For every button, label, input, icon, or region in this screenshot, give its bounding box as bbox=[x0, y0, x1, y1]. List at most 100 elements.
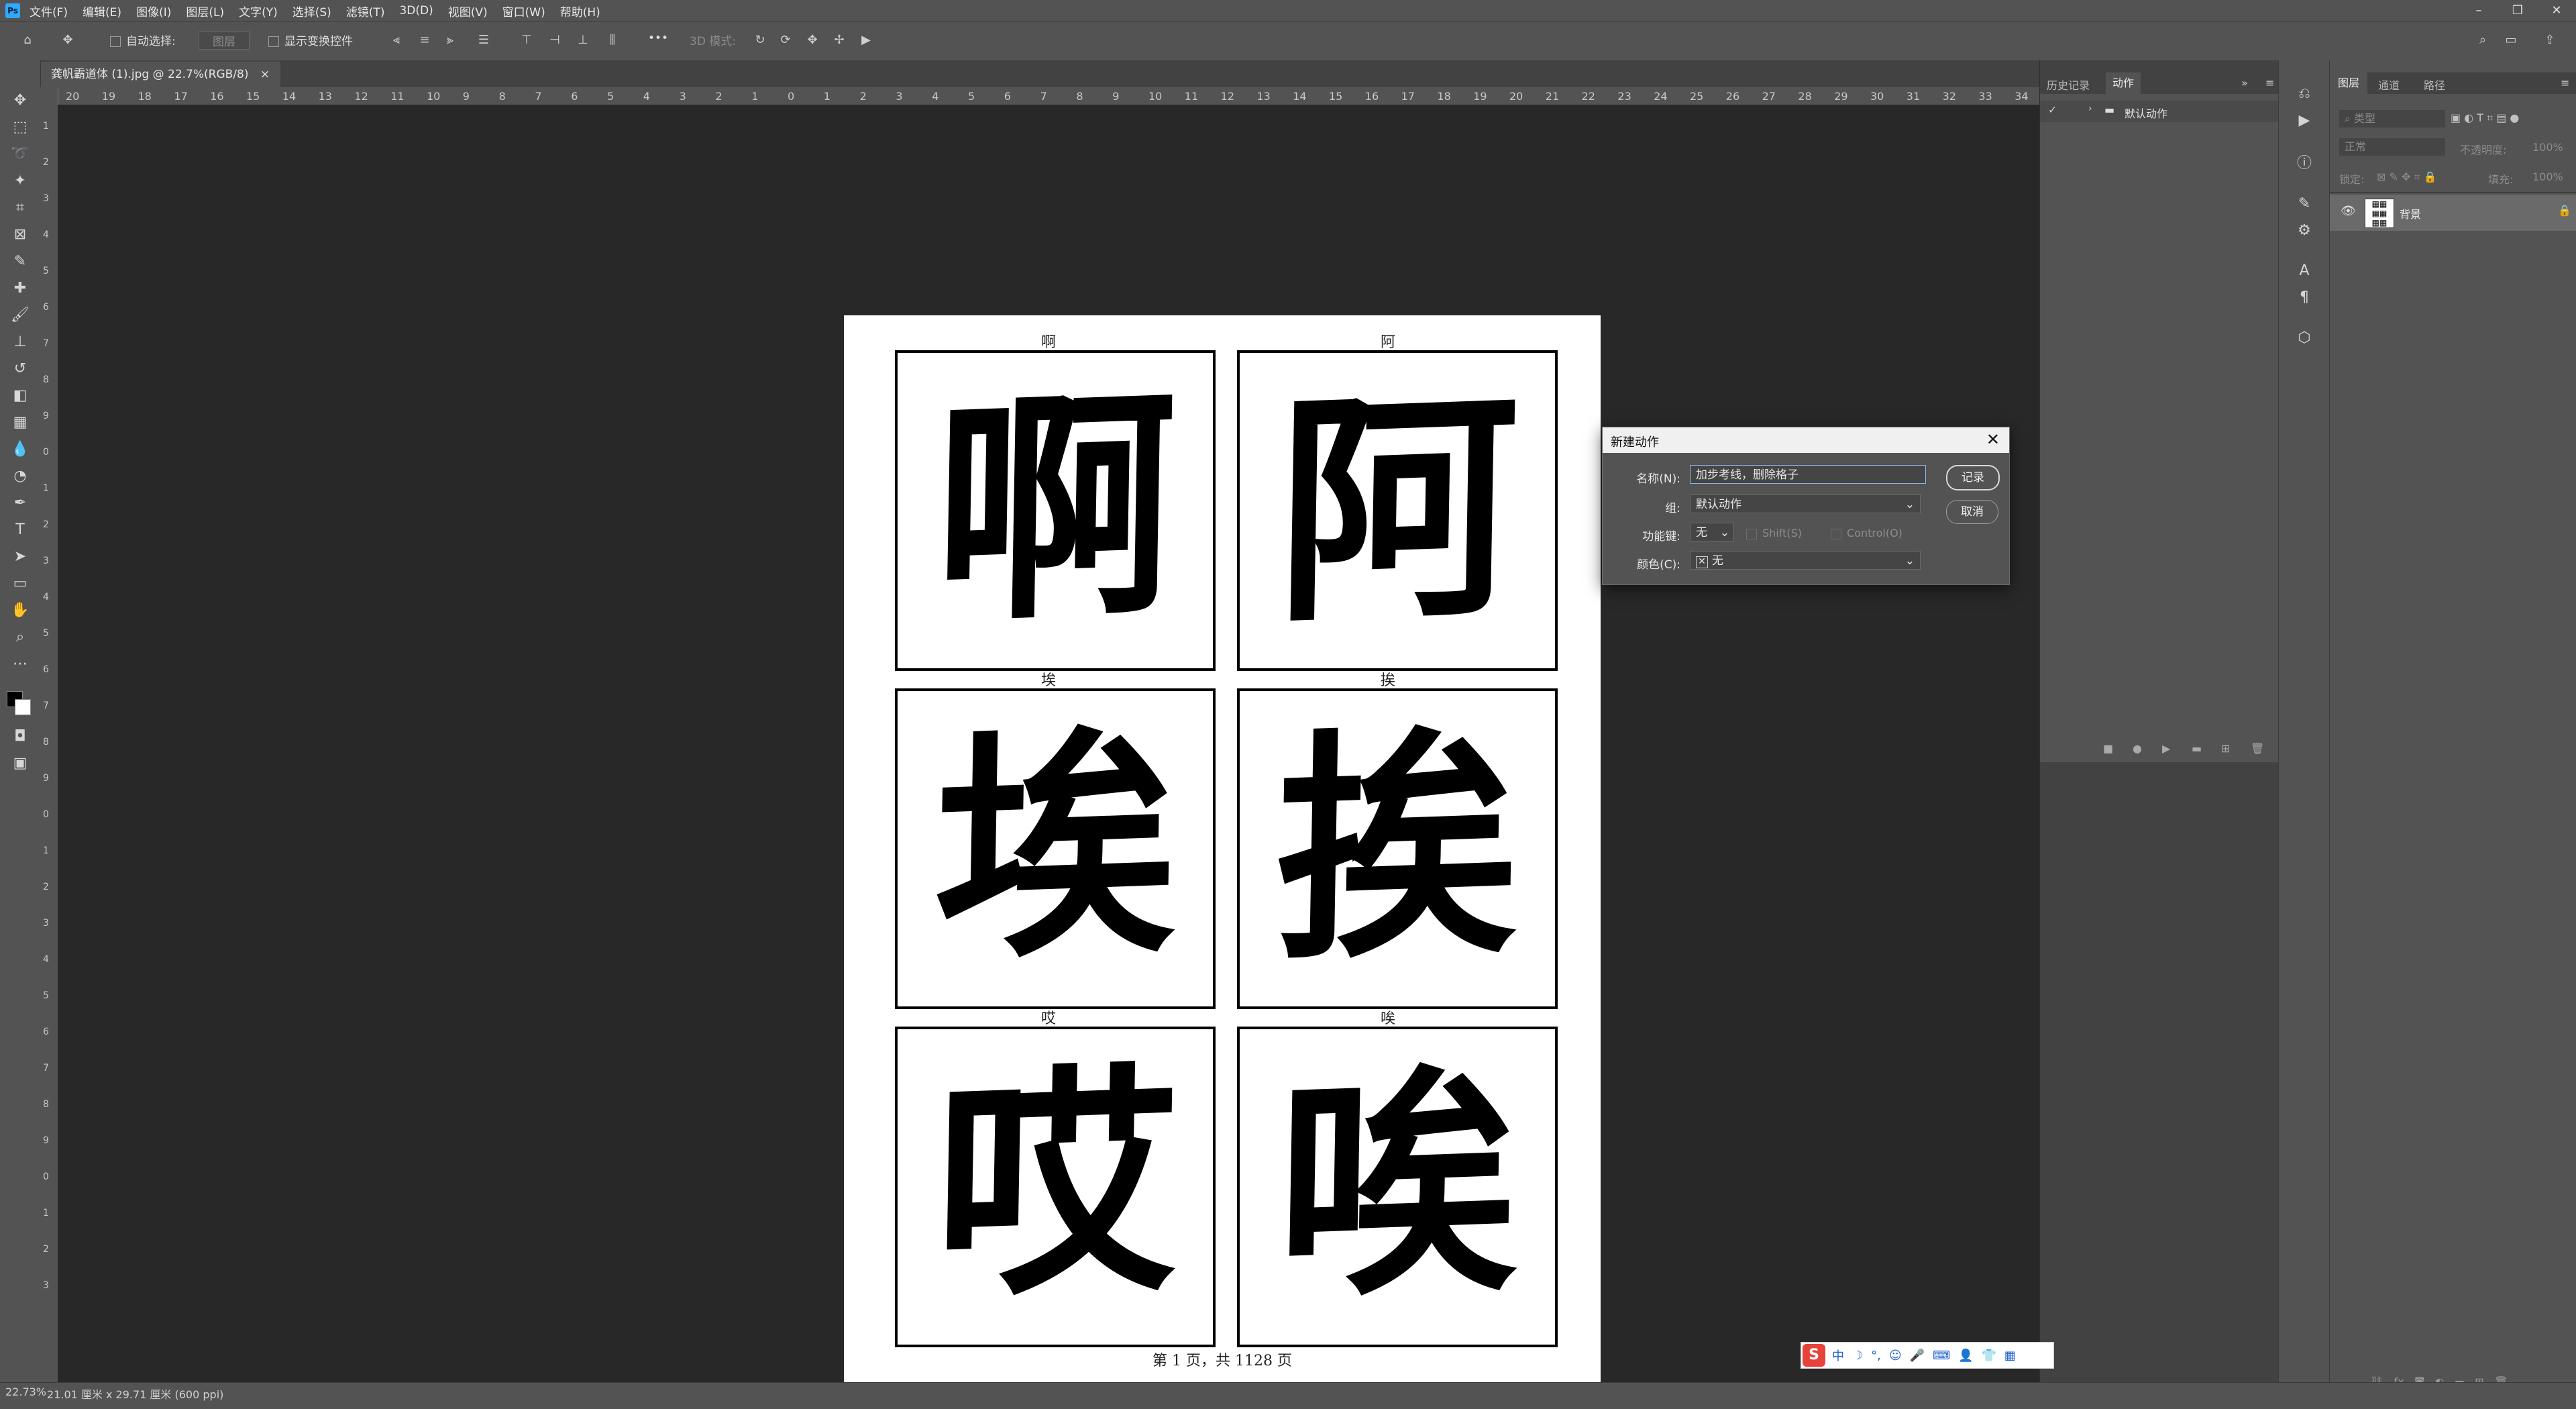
workspace-icon[interactable]: ▭ bbox=[2504, 33, 2518, 48]
fill-value[interactable]: 100% bbox=[2532, 170, 2563, 183]
group-select[interactable]: 默认动作 ⌄ bbox=[1690, 494, 1921, 513]
close-tab-icon[interactable]: × bbox=[260, 68, 270, 81]
panel-menu-icon[interactable]: ≡ bbox=[2265, 76, 2274, 89]
ime-mode[interactable]: 中 bbox=[1832, 1347, 1844, 1364]
restore-button[interactable]: ❐ bbox=[2498, 0, 2537, 21]
ime-keyboard-icon[interactable]: ⌨ bbox=[1933, 1349, 1950, 1363]
marquee-tool-icon[interactable]: ⬚ bbox=[9, 117, 31, 138]
ime-voice-icon[interactable]: 🎤 bbox=[1910, 1349, 1925, 1363]
align-bottom-icon[interactable]: ⊥ bbox=[576, 33, 590, 48]
history-brush-tool-icon[interactable]: ↺ bbox=[9, 358, 31, 380]
brush-tool-icon[interactable]: 🖌 bbox=[9, 305, 31, 326]
ime-skin-icon[interactable]: 👕 bbox=[1981, 1349, 1996, 1363]
ime-punctuation-icon[interactable]: °, bbox=[1871, 1349, 1881, 1363]
tab-paths[interactable]: 路径 bbox=[2424, 76, 2445, 93]
lock-icons[interactable]: ⊠ ✎ ✥ ⌗ 🔒 bbox=[2377, 170, 2437, 184]
show-transform-checkbox[interactable]: 显示变换控件 bbox=[268, 32, 353, 48]
control-checkbox[interactable]: Control(O) bbox=[1831, 527, 1902, 539]
tab-history[interactable]: 历史记录 bbox=[2047, 76, 2090, 93]
menu-type[interactable]: 文字(Y) bbox=[239, 3, 278, 19]
auto-select-target-dropdown[interactable]: 图层 bbox=[199, 32, 250, 50]
path-selection-tool-icon[interactable]: ➤ bbox=[9, 546, 31, 568]
record-button[interactable]: 记录 bbox=[1946, 465, 2000, 490]
pen-tool-icon[interactable]: ✒ bbox=[9, 492, 31, 514]
background-color-swatch[interactable] bbox=[15, 699, 31, 715]
toggle-check-icon[interactable]: ✓ bbox=[2048, 103, 2057, 116]
gradient-tool-icon[interactable]: ▦ bbox=[9, 412, 31, 433]
move-tool-preset-icon[interactable]: ✥ bbox=[60, 33, 75, 48]
dodge-tool-icon[interactable]: ◔ bbox=[9, 466, 31, 487]
ime-emoji-icon[interactable]: ☺ bbox=[1889, 1349, 1902, 1363]
menu-layer[interactable]: 图层(L) bbox=[186, 3, 224, 19]
brushes-panel-icon[interactable]: ✎ bbox=[2295, 195, 2314, 213]
function-key-select[interactable]: 无 ⌄ bbox=[1690, 523, 1734, 541]
visibility-eye-icon[interactable]: 👁 bbox=[2341, 204, 2356, 218]
layer-filter-icons[interactable]: ▣ ◐ T ⌗ ▤ ● bbox=[2451, 111, 2519, 125]
ime-toolbox-icon[interactable]: ▦ bbox=[2004, 1349, 2016, 1363]
cancel-button[interactable]: 取消 bbox=[1946, 500, 1998, 524]
opacity-value[interactable]: 100% bbox=[2532, 141, 2563, 154]
magic-wand-tool-icon[interactable]: ✦ bbox=[9, 170, 31, 192]
menu-edit[interactable]: 编辑(E) bbox=[83, 3, 121, 19]
tab-channels[interactable]: 通道 bbox=[2378, 76, 2400, 93]
quick-mask-icon[interactable]: ◘ bbox=[9, 726, 31, 747]
tab-actions[interactable]: 动作 bbox=[2106, 72, 2141, 94]
adjustments-panel-icon[interactable]: ⚙ bbox=[2295, 221, 2314, 240]
auto-select-checkbox[interactable]: 自动选择: bbox=[110, 32, 176, 48]
search-icon[interactable]: ⌕ bbox=[2475, 33, 2490, 48]
expand-chevron-icon[interactable]: › bbox=[2088, 103, 2092, 114]
stop-icon[interactable]: ■ bbox=[2103, 742, 2113, 755]
new-action-icon[interactable]: ⊞ bbox=[2221, 742, 2230, 755]
layers-menu-icon[interactable]: ≡ bbox=[2561, 76, 2569, 89]
home-icon[interactable]: ⌂ bbox=[20, 33, 35, 48]
info-panel-icon[interactable]: ⓘ bbox=[2295, 154, 2314, 173]
3d-slide-icon[interactable]: ✢ bbox=[832, 33, 847, 48]
character-panel-icon[interactable]: A bbox=[2295, 262, 2314, 280]
delete-icon[interactable]: 🗑 bbox=[2251, 742, 2264, 755]
sogou-logo-icon[interactable]: S bbox=[1803, 1344, 1825, 1367]
new-set-icon[interactable]: ▬ bbox=[2192, 742, 2202, 755]
document-tab[interactable]: 龚帆霸道体 (1).jpg @ 22.7%(RGB/8) × bbox=[40, 62, 281, 87]
blur-tool-icon[interactable]: 💧 bbox=[9, 439, 31, 460]
record-icon[interactable]: ● bbox=[2133, 742, 2142, 755]
hand-tool-icon[interactable]: ✋ bbox=[9, 600, 31, 621]
share-icon[interactable]: ⇪ bbox=[2542, 33, 2557, 48]
type-tool-icon[interactable]: T bbox=[9, 519, 31, 541]
distribute-vertical-icon[interactable]: ⫼ bbox=[605, 33, 620, 48]
lasso-tool-icon[interactable]: ➰ bbox=[9, 144, 31, 165]
frame-tool-icon[interactable]: ⊠ bbox=[9, 224, 31, 246]
align-left-icon[interactable]: ⫷ bbox=[389, 33, 404, 48]
align-middle-icon[interactable]: ⊣ bbox=[547, 33, 562, 48]
ime-user-icon[interactable]: 👤 bbox=[1958, 1349, 1973, 1363]
menu-select[interactable]: 选择(S) bbox=[292, 3, 331, 19]
action-name-input[interactable]: 加步考线，删除格子 bbox=[1690, 465, 1926, 484]
minimize-button[interactable]: – bbox=[2459, 0, 2498, 21]
3d-camera-icon[interactable]: ▶ bbox=[859, 33, 873, 48]
zoom-tool-icon[interactable]: ⌕ bbox=[9, 627, 31, 648]
align-top-icon[interactable]: ⊤ bbox=[519, 33, 534, 48]
align-right-icon[interactable]: ⫸ bbox=[443, 33, 458, 48]
menu-help[interactable]: 帮助(H) bbox=[560, 3, 600, 19]
color-select[interactable]: ✕ 无 ⌄ bbox=[1690, 551, 1921, 570]
paragraph-panel-icon[interactable]: ¶ bbox=[2295, 289, 2314, 307]
blend-mode-dropdown[interactable]: 正常 bbox=[2339, 138, 2445, 156]
shift-checkbox[interactable]: Shift(S) bbox=[1746, 527, 1802, 539]
crop-tool-icon[interactable]: ⌗ bbox=[9, 197, 31, 219]
document-size[interactable]: 21.01 厘米 x 29.71 厘米 (600 ppi) bbox=[47, 1386, 223, 1402]
stamp-tool-icon[interactable]: ⊥ bbox=[9, 331, 31, 353]
menu-view[interactable]: 视图(V) bbox=[448, 3, 488, 19]
tab-layers[interactable]: 图层 bbox=[2330, 72, 2368, 94]
menu-3d[interactable]: 3D(D) bbox=[399, 4, 433, 17]
menu-file[interactable]: 文件(F) bbox=[30, 3, 68, 19]
eraser-tool-icon[interactable]: ◧ bbox=[9, 385, 31, 407]
screen-mode-icon[interactable]: ▣ bbox=[9, 753, 31, 774]
actions-panel-icon[interactable]: ▶ bbox=[2295, 111, 2314, 130]
3d-orbit-icon[interactable]: ↻ bbox=[753, 33, 767, 48]
rectangle-tool-icon[interactable]: ▭ bbox=[9, 573, 31, 594]
action-set-row[interactable]: ✓ › ▬ 默认动作 bbox=[2040, 101, 2279, 122]
menu-image[interactable]: 图像(I) bbox=[136, 3, 171, 19]
menu-filter[interactable]: 滤镜(T) bbox=[346, 3, 385, 19]
3d-panel-icon[interactable]: ⬡ bbox=[2295, 329, 2314, 348]
history-panel-icon[interactable]: ⎌ bbox=[2295, 85, 2314, 103]
eyedropper-tool-icon[interactable]: ✎ bbox=[9, 251, 31, 272]
